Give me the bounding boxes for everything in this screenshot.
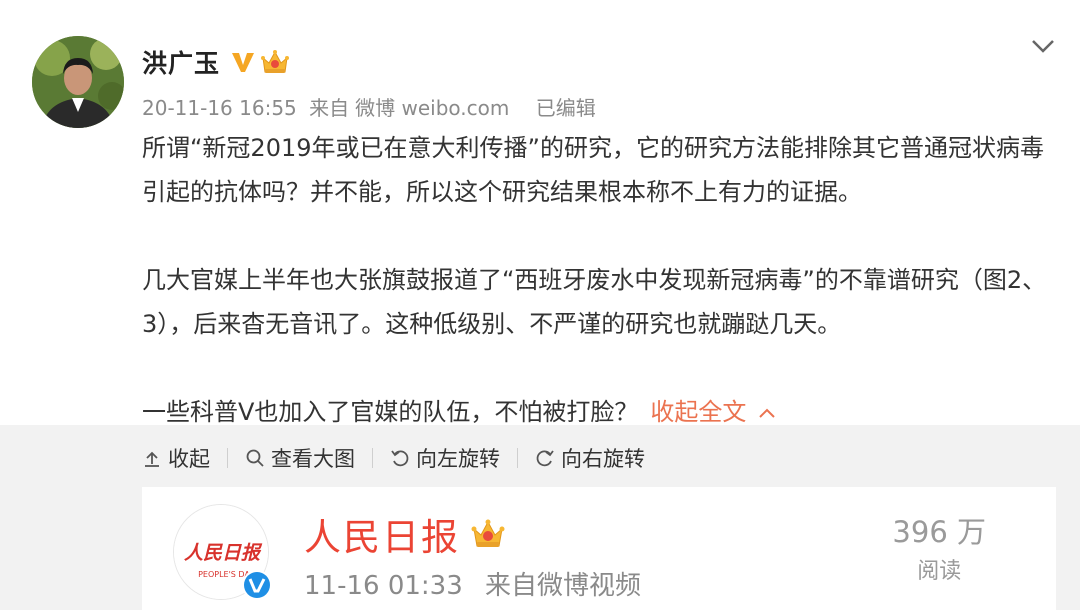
member-crown-icon[interactable] <box>260 48 290 76</box>
card-source: 来自微博视频 <box>485 571 642 601</box>
verified-v-icon <box>232 53 255 72</box>
read-count-value: 396 万 <box>892 515 986 549</box>
rotate-left-icon <box>391 450 409 467</box>
view-large-image-button[interactable]: 查看大图 <box>245 443 355 473</box>
post-paragraph-1: 所谓“新冠2019年或已在意大利传播”的研究，它的研究方法能排除其它普通冠状病毒… <box>142 134 1044 206</box>
source-prefix: 来自 <box>309 96 350 120</box>
collapse-button-label: 收起 <box>168 447 210 471</box>
view-large-image-label: 查看大图 <box>271 447 355 471</box>
post-source[interactable]: 微博 weibo.com <box>355 96 509 120</box>
rotate-left-button[interactable]: 向左旋转 <box>390 443 500 473</box>
collapse-full-text-link[interactable]: 收起全文 <box>650 398 746 426</box>
edited-label[interactable]: 已编辑 <box>536 96 596 120</box>
collapse-button[interactable]: 收起 <box>142 443 210 473</box>
post-paragraph-3-text: 一些科普V也加入了官媒的队伍，不怕被打脸？ <box>142 398 639 426</box>
peoples-daily-logo-text: 人民日报 <box>184 542 263 564</box>
author-name[interactable]: 洪广玉 <box>142 44 220 80</box>
member-crown-icon <box>471 519 505 547</box>
chevron-down-icon[interactable] <box>1030 36 1056 56</box>
chevron-up-icon[interactable] <box>758 407 776 419</box>
card-timestamp: 11-16 01:33 <box>304 571 463 601</box>
post-meta: 20-11-16 16:55 来自 微博 weibo.com 已编辑 <box>142 92 602 121</box>
toolbar-divider <box>227 448 228 468</box>
rotate-right-label: 向右旋转 <box>561 447 645 471</box>
author-avatar[interactable] <box>32 36 124 128</box>
rotate-right-icon <box>536 450 554 467</box>
search-icon <box>246 449 264 467</box>
rotate-right-button[interactable]: 向右旋转 <box>535 443 645 473</box>
collapse-up-icon <box>145 451 159 467</box>
weibo-post: 洪广玉 20-11-16 16:55 来自 微博 weibo.com 已编辑 所谓… <box>0 0 1080 426</box>
read-count: 396 万 阅读 <box>892 509 986 585</box>
media-toolbar: 收起 查看大图 向左旋转 向右旋转 <box>142 440 645 476</box>
toolbar-divider <box>372 448 373 468</box>
post-timestamp[interactable]: 20-11-16 16:55 <box>142 96 297 120</box>
verified-v-icon <box>242 570 272 600</box>
embedded-post-image[interactable]: 人民日报 PEOPLE'S DA 人民日报 11-16 01:33 来自微博视频… <box>142 487 1056 610</box>
card-name-row: 人民日报 <box>304 507 506 561</box>
card-meta: 11-16 01:33 来自微博视频 <box>304 565 641 602</box>
post-text: 所谓“新冠2019年或已在意大利传播”的研究，它的研究方法能排除其它普通冠状病毒… <box>142 126 1057 434</box>
rotate-left-label: 向左旋转 <box>416 447 500 471</box>
toolbar-divider <box>517 448 518 468</box>
read-count-label: 阅读 <box>917 559 962 584</box>
author-row: 洪广玉 <box>142 42 290 82</box>
card-author-name: 人民日报 <box>304 516 460 559</box>
post-paragraph-2: 几大官媒上半年也大张旗鼓报道了“西班牙废水中发现新冠病毒”的不靠谱研究（图2、3… <box>142 266 1047 338</box>
